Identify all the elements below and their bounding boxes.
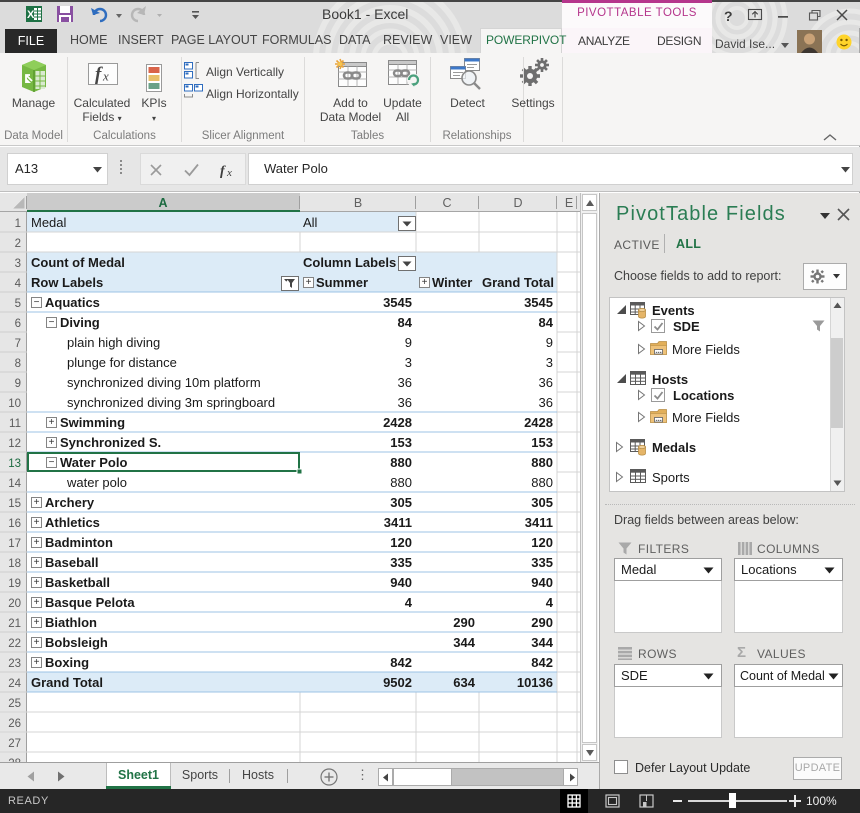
svg-text:20: 20 <box>8 598 21 610</box>
svg-text:7: 7 <box>15 338 21 350</box>
svg-text:4: 4 <box>15 278 22 290</box>
svg-text:D: D <box>513 196 522 210</box>
svg-text:1: 1 <box>15 218 21 230</box>
svg-text:13: 13 <box>8 458 21 470</box>
svg-text:x: x <box>226 167 232 179</box>
svg-text:6: 6 <box>15 318 21 330</box>
svg-text:10: 10 <box>8 398 21 410</box>
svg-text:C: C <box>442 196 451 210</box>
svg-text:24: 24 <box>8 678 21 690</box>
svg-text:16: 16 <box>8 518 21 530</box>
svg-text:14: 14 <box>8 478 21 490</box>
svg-text:18: 18 <box>8 558 21 570</box>
svg-text:17: 17 <box>8 538 21 550</box>
svg-text:X: X <box>27 9 35 21</box>
svg-text:19: 19 <box>8 578 21 590</box>
svg-text:E: E <box>565 196 573 210</box>
svg-text:21: 21 <box>8 618 21 630</box>
svg-text:8: 8 <box>15 358 21 370</box>
svg-text:x: x <box>102 69 109 84</box>
svg-text:12: 12 <box>8 438 21 450</box>
svg-text:2: 2 <box>15 238 21 250</box>
svg-text:B: B <box>354 196 362 210</box>
svg-text:A: A <box>158 196 167 210</box>
svg-text:11: 11 <box>9 418 21 430</box>
svg-text:5: 5 <box>15 298 21 310</box>
svg-text:?: ? <box>724 8 733 24</box>
svg-text:25: 25 <box>8 698 21 710</box>
svg-text:23: 23 <box>8 658 21 670</box>
svg-text:26: 26 <box>8 718 21 730</box>
svg-text:27: 27 <box>8 738 21 750</box>
svg-text:3: 3 <box>15 258 21 270</box>
svg-text:22: 22 <box>8 638 21 650</box>
svg-text:f: f <box>220 164 226 179</box>
svg-text:9: 9 <box>15 378 21 390</box>
svg-text:15: 15 <box>8 498 21 510</box>
